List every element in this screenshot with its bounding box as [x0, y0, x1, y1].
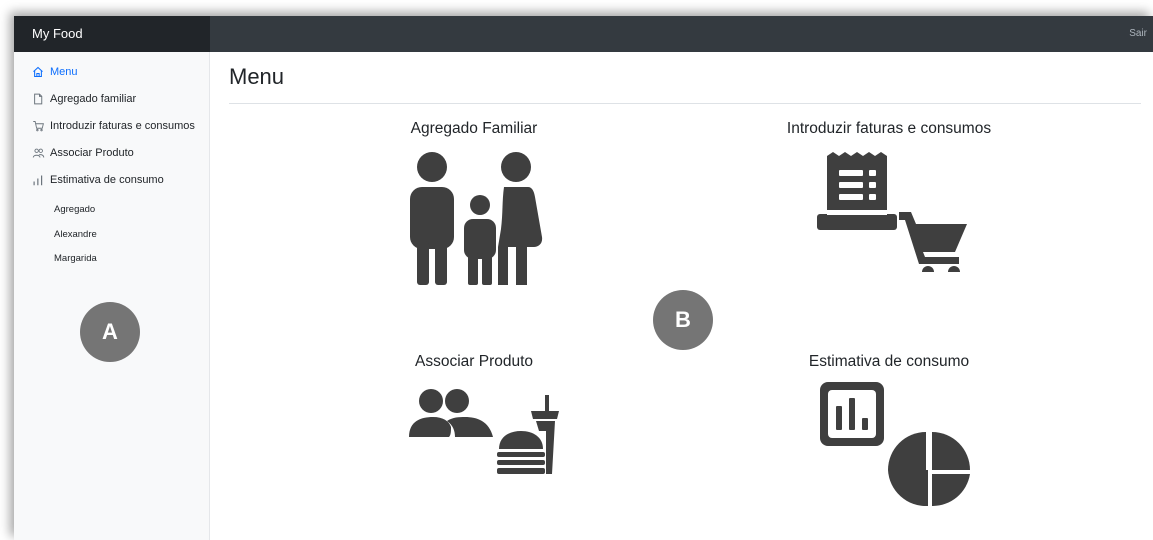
sidebar-item-agregado-familiar[interactable]: Agregado familiar [31, 90, 136, 108]
file-icon [31, 92, 45, 106]
sidebar-item-associar-produto[interactable]: Associar Produto [31, 144, 134, 162]
home-icon [31, 65, 45, 79]
top-navbar: My Food Sair [14, 16, 1153, 52]
chart-pie-icon[interactable] [820, 382, 970, 506]
cart-icon [31, 119, 45, 133]
tile-associar-produto-label[interactable]: Associar Produto [374, 353, 574, 371]
receipt-cart-icon[interactable] [817, 152, 967, 272]
brand-logo[interactable]: My Food [14, 16, 210, 52]
title-divider [229, 103, 1141, 104]
sidebar-item-label: Estimativa de consumo [50, 174, 164, 186]
sidebar: Menu Agregado familiar Introduzir fatura… [14, 52, 210, 540]
tile-estimativa-consumo-label[interactable]: Estimativa de consumo [779, 353, 999, 371]
annotation-badge-a: A [80, 302, 140, 362]
sidebar-subitem-agregado[interactable]: Agregado [54, 204, 95, 215]
tile-introduzir-faturas-label[interactable]: Introduzir faturas e consumos [769, 120, 1009, 138]
sidebar-subitem-alexandre[interactable]: Alexandre [54, 229, 97, 240]
bar-chart-icon [31, 173, 45, 187]
sidebar-subitem-margarida[interactable]: Margarida [54, 253, 97, 264]
sidebar-item-label: Associar Produto [50, 147, 134, 159]
tile-agregado-familiar-label[interactable]: Agregado Familiar [374, 120, 574, 138]
signout-link[interactable]: Sair [1129, 16, 1147, 52]
page-title: Menu [229, 64, 285, 89]
sidebar-item-menu[interactable]: Menu [31, 63, 78, 81]
sidebar-item-label: Menu [50, 66, 78, 78]
sidebar-item-label: Introduzir faturas e consumos [50, 120, 195, 132]
app-window: My Food Sair Menu Agregado familiar Intr… [14, 16, 1153, 540]
annotation-badge-b: B [653, 290, 713, 350]
family-icon[interactable] [404, 149, 544, 285]
sidebar-item-estimativa-consumo[interactable]: Estimativa de consumo [31, 171, 164, 189]
sidebar-item-label: Agregado familiar [50, 93, 137, 105]
people-icon [31, 146, 45, 160]
sidebar-item-introduzir-faturas[interactable]: Introduzir faturas e consumos [31, 117, 195, 135]
people-food-icon[interactable] [409, 387, 559, 475]
